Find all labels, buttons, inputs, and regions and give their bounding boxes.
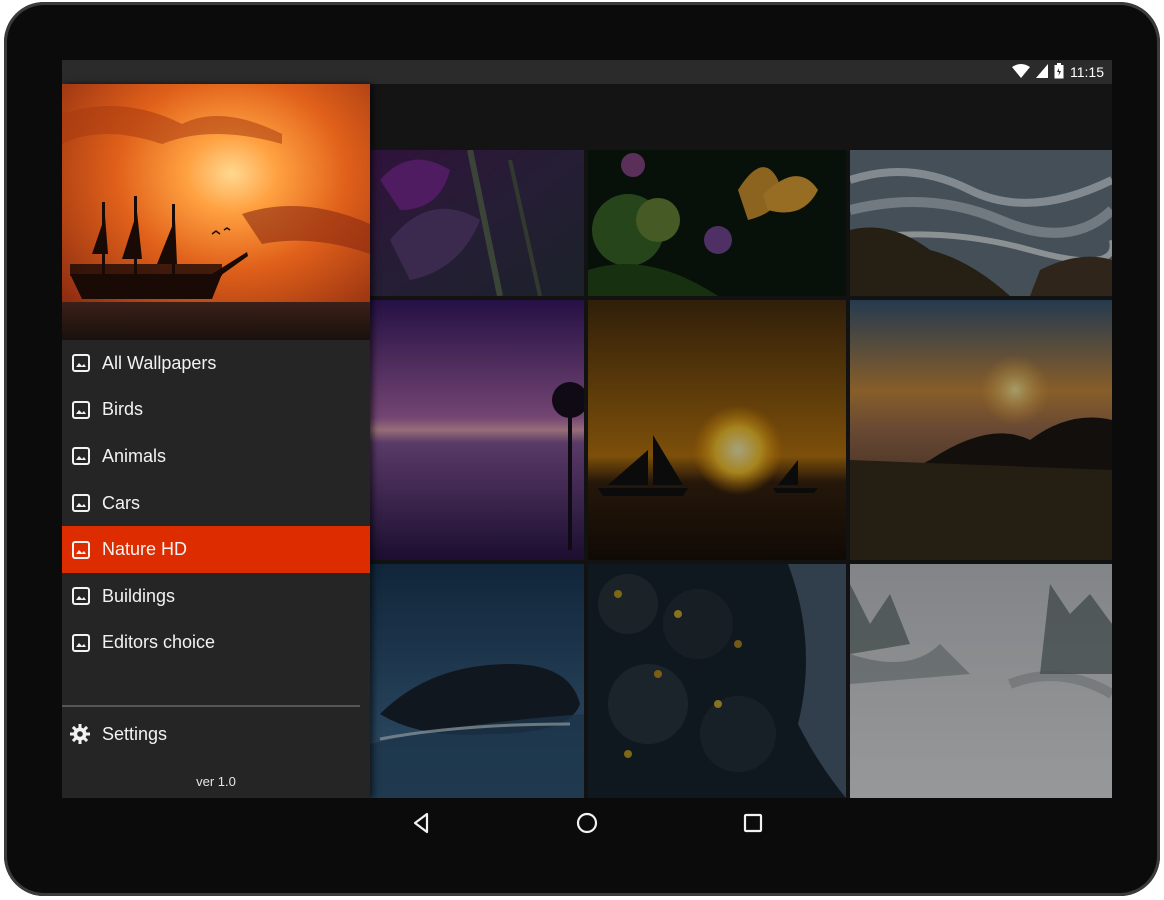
drawer-item-animals[interactable]: Animals [62, 433, 370, 480]
status-bar: 11:15 [62, 60, 1112, 84]
drawer-item-nature-hd[interactable]: Nature HD [62, 526, 370, 573]
wallpaper-thumb-misty-forest[interactable] [850, 564, 1112, 798]
cell-signal-icon [1036, 63, 1048, 81]
gear-icon [70, 724, 90, 744]
wallpaper-thumb-mountain-sunset-fog[interactable] [850, 300, 1112, 560]
image-icon [72, 354, 90, 373]
battery-icon [1054, 62, 1064, 82]
drawer-menu: All Wallpapers Birds Animals Cars Nature… [62, 340, 370, 666]
drawer-item-label: All Wallpapers [102, 352, 217, 373]
system-nav-bar [62, 798, 1112, 846]
tablet-frame: 11:15 All Wallpapers Birds Animals Cars … [4, 2, 1160, 896]
drawer-header-image [62, 84, 370, 340]
drawer-item-cars[interactable]: Cars [62, 480, 370, 527]
image-icon [72, 447, 90, 466]
recents-icon[interactable] [740, 810, 766, 836]
drawer-item-label: Editors choice [102, 632, 216, 653]
wallpaper-thumb-stream-autumn-leaves[interactable] [588, 564, 846, 798]
image-icon [72, 494, 90, 513]
settings-label: Settings [102, 723, 168, 744]
wallpaper-grid [370, 150, 1112, 798]
image-icon [72, 587, 90, 606]
clock: 11:15 [1070, 64, 1104, 80]
wallpaper-thumb-ocean-waves-rocks[interactable] [850, 150, 1112, 296]
image-icon [72, 400, 90, 419]
drawer-item-all-wallpapers[interactable]: All Wallpapers [62, 340, 370, 387]
image-icon [72, 540, 90, 559]
status-icons: 11:15 [1012, 62, 1104, 82]
wallpaper-thumb-sailboats-sunset[interactable] [588, 300, 846, 560]
wallpaper-thumb-butterfly-thistle[interactable] [588, 150, 846, 296]
back-icon[interactable] [409, 810, 435, 836]
drawer-item-buildings[interactable]: Buildings [62, 573, 370, 620]
drawer-item-label: Nature HD [102, 539, 188, 560]
home-icon[interactable] [574, 810, 600, 836]
wallpaper-thumb-purple-lake-dusk[interactable] [370, 300, 584, 560]
wallpaper-thumb-purple-crocus[interactable] [370, 150, 584, 296]
settings-item[interactable]: Settings [62, 712, 370, 756]
drawer-divider [62, 705, 360, 707]
image-icon [72, 633, 90, 652]
screen: 11:15 All Wallpapers Birds Animals Cars … [62, 60, 1112, 798]
app-toolbar [370, 84, 1112, 150]
drawer-item-label: Cars [102, 492, 141, 513]
version-label: ver 1.0 [196, 774, 236, 789]
drawer-item-label: Birds [102, 399, 144, 420]
navigation-drawer: All Wallpapers Birds Animals Cars Nature… [62, 84, 370, 798]
drawer-item-label: Animals [102, 445, 167, 466]
wallpaper-thumb-blue-rock-water[interactable] [370, 564, 584, 798]
drawer-item-editors-choice[interactable]: Editors choice [62, 620, 370, 667]
drawer-item-label: Buildings [102, 585, 176, 606]
wifi-icon [1012, 63, 1030, 81]
drawer-item-birds[interactable]: Birds [62, 387, 370, 434]
